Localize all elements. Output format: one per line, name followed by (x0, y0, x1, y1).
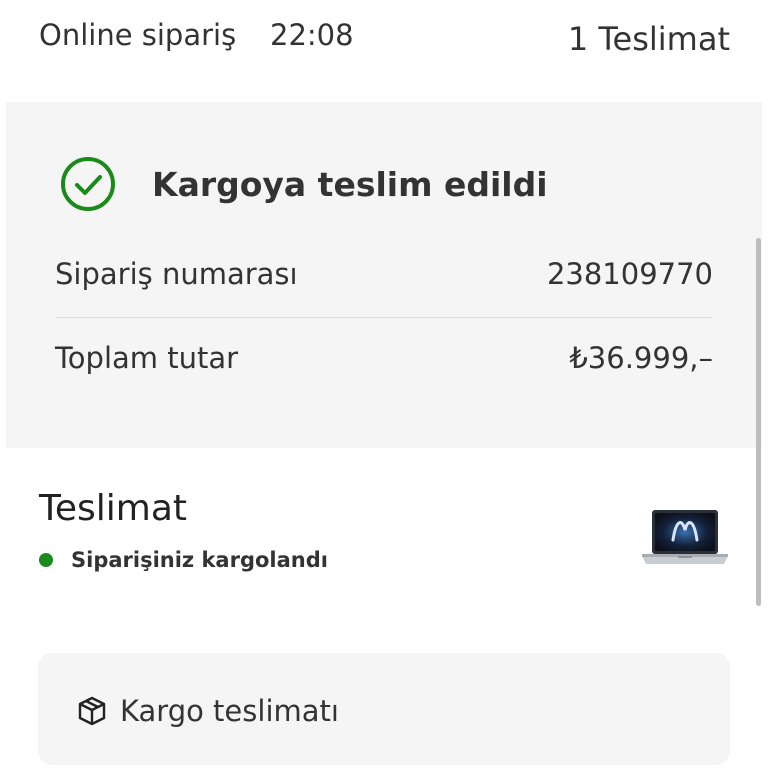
delivery-status-text: Siparişiniz kargolandı (71, 548, 328, 572)
delivery-section[interactable]: Teslimat Siparişiniz kargolandı (0, 470, 768, 620)
total-amount-value: ₺36.999,– (569, 341, 713, 375)
status-dot-icon (39, 553, 53, 567)
delivery-title: Teslimat (39, 488, 188, 529)
package-box-icon (78, 696, 106, 726)
order-detail-page: Online sipariş 22:08 1 Teslimat Kargoya … (0, 0, 768, 768)
status-title: Kargoya teslim edildi (152, 164, 548, 204)
check-circle-icon (61, 157, 115, 211)
order-number-label: Sipariş numarası (55, 257, 298, 291)
shipping-method[interactable]: Kargo teslimatı (76, 691, 339, 731)
status-header: Kargoya teslim edildi (60, 156, 548, 212)
order-number-row: Sipariş numarası 238109770 (55, 254, 713, 294)
total-amount-row: Toplam tutar ₺36.999,– (55, 338, 713, 378)
total-amount-label: Toplam tutar (55, 341, 239, 375)
order-number-value: 238109770 (546, 257, 713, 291)
order-time-label: 22:08 (270, 18, 354, 52)
row-divider (55, 317, 713, 318)
order-status-card: Kargoya teslim edildi Sipariş numarası 2… (6, 102, 762, 448)
delivery-count-label: 1 Teslimat (567, 20, 730, 58)
shipping-method-card[interactable]: Kargo teslimatı (38, 653, 730, 765)
laptop-thumbnail[interactable] (638, 506, 732, 576)
order-type-label: Online sipariş (39, 18, 237, 52)
order-header: Online sipariş 22:08 1 Teslimat (0, 0, 768, 100)
shipping-method-label: Kargo teslimatı (120, 694, 339, 728)
delivery-status: Siparişiniz kargolandı (39, 548, 328, 572)
